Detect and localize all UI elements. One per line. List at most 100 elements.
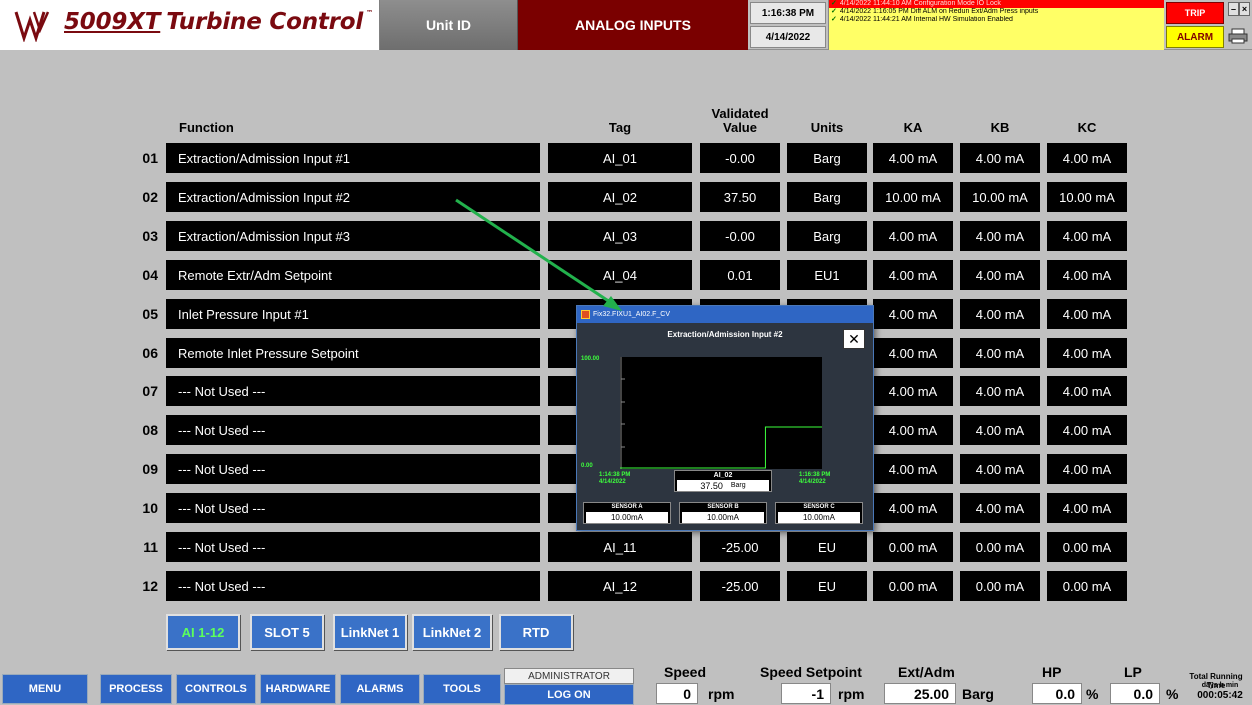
function-cell: --- Not Used ---	[166, 454, 540, 484]
units-cell: Barg	[787, 182, 867, 212]
woodward-logo-icon	[14, 11, 50, 42]
row-number: 05	[142, 306, 158, 322]
alarm-button[interactable]: ALARM	[1166, 26, 1224, 48]
row-number: 01	[142, 150, 158, 166]
kb-cell: 4.00 mA	[960, 415, 1040, 445]
row-number: 04	[142, 267, 158, 283]
hp-label: HP	[1042, 664, 1062, 680]
trend-start-date: 4/14/2022	[599, 479, 626, 485]
trend-popup[interactable]: Fix32.FIXU1_AI02.F_CV Extraction/Admissi…	[576, 305, 874, 531]
kc-cell: 4.00 mA	[1047, 338, 1127, 368]
selector-button-rtd[interactable]: RTD	[499, 614, 573, 650]
units-cell: Barg	[787, 221, 867, 251]
alarm-line[interactable]: ✓ 4/14/2022 11:44:21 AM Internal HW Simul…	[829, 16, 1164, 24]
speed-unit: rpm	[708, 686, 735, 702]
extadm-label: Ext/Adm	[898, 664, 955, 680]
nav-controls-button[interactable]: CONTROLS	[176, 674, 256, 704]
function-cell: --- Not Used ---	[166, 376, 540, 406]
col-validated-value: Validated Value	[711, 106, 769, 135]
function-cell: --- Not Used ---	[166, 571, 540, 601]
clock: 1:16:38 PM 4/14/2022	[750, 2, 826, 48]
nav-tools-button[interactable]: TOOLS	[423, 674, 501, 704]
value-cell: -0.00	[700, 143, 780, 173]
selector-button-slot-5[interactable]: SLOT 5	[250, 614, 324, 650]
value-cell: 37.50	[700, 182, 780, 212]
trend-end-date: 4/14/2022	[799, 479, 826, 485]
nav-menu-button[interactable]: MENU	[2, 674, 88, 704]
tag-readout-value: 37.50	[700, 480, 723, 491]
unit-id-button[interactable]: Unit ID	[380, 0, 518, 50]
value-cell: 0.01	[700, 260, 780, 290]
nav-alarms-button[interactable]: ALARMS	[340, 674, 420, 704]
row-number: 11	[143, 539, 158, 555]
col-tag: Tag	[608, 120, 632, 135]
function-cell: --- Not Used ---	[166, 532, 540, 562]
row-number: 12	[142, 578, 158, 594]
kb-cell: 4.00 mA	[960, 338, 1040, 368]
ka-cell: 4.00 mA	[873, 454, 953, 484]
alarm-text: 4/14/2022 11:44:21 AM Internal HW Simula…	[839, 16, 1013, 23]
alarm-summary[interactable]: ✓ 4/14/2022 11:44:10 AM Configuration Mod…	[828, 0, 1164, 50]
speed-setpoint-label: Speed Setpoint	[760, 664, 862, 680]
col-ka: KA	[903, 120, 923, 135]
running-time-units: days h min	[1201, 682, 1239, 689]
kc-cell: 0.00 mA	[1047, 532, 1127, 562]
tag-readout-name: AI_02	[713, 472, 733, 479]
selector-button-linknet-1[interactable]: LinkNet 1	[333, 614, 407, 650]
clock-time: 1:16:38 PM	[750, 2, 826, 24]
ka-cell: 4.00 mA	[873, 415, 953, 445]
speed-setpoint-unit: rpm	[838, 686, 865, 702]
row-number: 10	[142, 500, 158, 516]
alarm-line[interactable]: ✓ 4/14/2022 11:44:10 AM Configuration Mod…	[829, 0, 1164, 8]
brand-logo: 5009XT Turbine Control ™	[0, 0, 380, 50]
screen-title: ANALOG INPUTS	[518, 0, 748, 50]
nav-hardware-button[interactable]: HARDWARE	[260, 674, 336, 704]
kb-cell: 4.00 mA	[960, 221, 1040, 251]
alarm-text: 4/14/2022 1:16:05 PM Diff ALM on Redun E…	[839, 8, 1039, 15]
popup-close-button[interactable]: ✕	[843, 329, 865, 349]
trip-button[interactable]: TRIP	[1166, 2, 1224, 24]
close-window-button[interactable]: ×	[1239, 2, 1250, 16]
ka-cell: 4.00 mA	[873, 299, 953, 329]
tag-cell: AI_04	[548, 260, 692, 290]
selector-button-ai-1-12[interactable]: AI 1-12	[166, 614, 240, 650]
row-number: 02	[142, 189, 158, 205]
kb-cell: 4.00 mA	[960, 493, 1040, 523]
kb-cell: 4.00 mA	[960, 299, 1040, 329]
alarm-text: 4/14/2022 11:44:10 AM Configuration Mode…	[839, 0, 1001, 7]
alarm-line[interactable]: ✓ 4/14/2022 1:16:05 PM Diff ALM on Redun …	[829, 8, 1164, 16]
tag-readout: AI_02 37.50 Barg	[674, 470, 772, 492]
function-cell: Remote Inlet Pressure Setpoint	[166, 338, 540, 368]
selector-button-linknet-2[interactable]: LinkNet 2	[412, 614, 492, 650]
kb-cell: 10.00 mA	[960, 182, 1040, 212]
ka-cell: 4.00 mA	[873, 493, 953, 523]
kc-cell: 4.00 mA	[1047, 493, 1127, 523]
function-cell: Extraction/Admission Input #3	[166, 221, 540, 251]
function-cell: Remote Extr/Adm Setpoint	[166, 260, 540, 290]
function-cell: --- Not Used ---	[166, 415, 540, 445]
col-units: Units	[810, 120, 844, 135]
ka-cell: 0.00 mA	[873, 532, 953, 562]
logon-button[interactable]: LOG ON	[504, 684, 634, 705]
hp-value: 0.0	[1032, 683, 1082, 704]
row-number: 06	[142, 345, 158, 361]
speed-setpoint-value[interactable]: -1	[781, 683, 831, 704]
tag-cell: AI_01	[548, 143, 692, 173]
printer-icon[interactable]	[1228, 28, 1248, 44]
col-function: Function	[179, 120, 234, 135]
nav-process-button[interactable]: PROCESS	[100, 674, 172, 704]
sensor-c-value: 10.00mA	[778, 512, 860, 523]
trend-chart	[620, 357, 822, 469]
sensor-b-label: SENSOR B	[707, 504, 739, 510]
logo-model: 5009XT	[64, 9, 161, 35]
ka-cell: 0.00 mA	[873, 571, 953, 601]
trend-y-min: 0.00	[581, 463, 593, 469]
speed-label: Speed	[664, 664, 707, 680]
running-time-value: 000:05:42	[1197, 690, 1243, 701]
extadm-unit: Barg	[962, 686, 994, 702]
popup-titlebar[interactable]: Fix32.FIXU1_AI02.F_CV	[577, 306, 873, 323]
kb-cell: 4.00 mA	[960, 260, 1040, 290]
minimize-button[interactable]: –	[1228, 2, 1239, 16]
col-kc: KC	[1077, 120, 1097, 135]
kc-cell: 0.00 mA	[1047, 571, 1127, 601]
